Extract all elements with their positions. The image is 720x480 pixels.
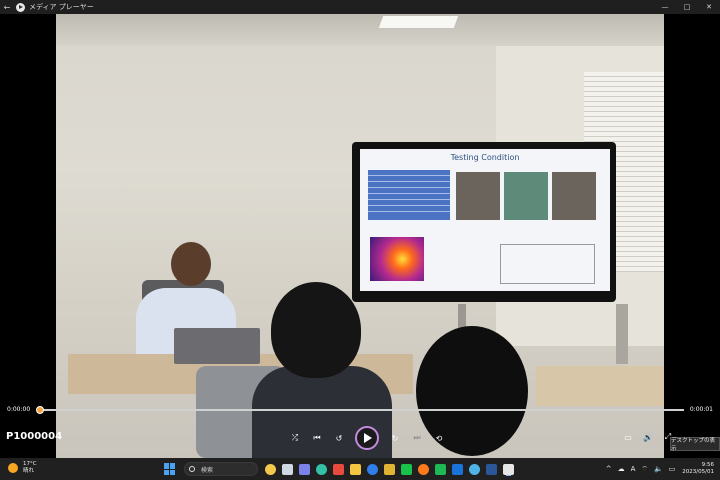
tray-overflow-chevron-icon[interactable]: ^ bbox=[606, 465, 612, 473]
media-title: P1000004 bbox=[6, 431, 63, 442]
clock-date: 2023/05/01 bbox=[682, 469, 714, 475]
slide-photo-3 bbox=[552, 172, 596, 220]
wifi-icon[interactable]: ⌔ bbox=[641, 465, 648, 474]
playback-controls: ⤮ ⏮ ↺ ↻ ⏭ ⟲ bbox=[284, 424, 450, 452]
seek-bar[interactable] bbox=[40, 409, 684, 411]
clock-time: 9:56 bbox=[701, 462, 714, 468]
back-arrow-icon[interactable]: ← bbox=[0, 0, 14, 14]
play-icon[interactable] bbox=[355, 426, 379, 450]
photos-icon[interactable] bbox=[469, 463, 480, 475]
weather-desc: 晴れ bbox=[23, 468, 35, 474]
show-desktop-tooltip: デスクトップの表示 bbox=[670, 437, 720, 452]
table-right bbox=[536, 366, 664, 406]
chrome-icon[interactable] bbox=[333, 463, 344, 475]
sun-icon bbox=[8, 463, 18, 473]
media-player-app-icon bbox=[16, 2, 25, 12]
google-chrome-icon[interactable] bbox=[384, 463, 395, 475]
window-controls: — □ ✕ bbox=[654, 0, 720, 14]
taskbar-apps: 検索 bbox=[164, 460, 517, 478]
ceiling-light bbox=[378, 16, 459, 28]
battery-icon[interactable]: ▭ bbox=[669, 465, 676, 473]
previous-icon[interactable]: ⏮ bbox=[306, 427, 328, 449]
presentation-slide: Testing Condition bbox=[360, 149, 610, 291]
repeat-off-icon[interactable]: ⟲ bbox=[428, 427, 450, 449]
miniplayer-icon[interactable]: ▭ bbox=[618, 428, 638, 446]
speaker-icon[interactable]: 🔈 bbox=[654, 465, 663, 473]
store-icon[interactable] bbox=[367, 463, 378, 475]
next-icon[interactable]: ⏭ bbox=[406, 427, 428, 449]
current-time: 0:00:00 bbox=[7, 406, 31, 413]
presenter-head bbox=[171, 242, 211, 286]
ime-indicator[interactable]: A bbox=[631, 465, 636, 473]
minimize-button[interactable]: — bbox=[654, 0, 676, 14]
onedrive-cloud-icon[interactable]: ☁ bbox=[618, 465, 625, 473]
line-icon[interactable] bbox=[401, 463, 412, 475]
weather-widget[interactable]: 17°C 晴れ bbox=[8, 461, 37, 475]
monitor-stand-right bbox=[616, 304, 628, 364]
end-time: 0:00:01 bbox=[689, 406, 713, 413]
ceiling bbox=[56, 14, 664, 46]
slide-table bbox=[368, 170, 450, 220]
outlook-icon[interactable] bbox=[452, 463, 463, 475]
chat-icon[interactable] bbox=[299, 463, 310, 475]
title-bar: ← メディア プレーヤー — □ ✕ bbox=[0, 0, 720, 14]
video-frame[interactable]: Testing Condition bbox=[56, 14, 664, 458]
window-title: メディア プレーヤー bbox=[29, 3, 94, 11]
search-input[interactable]: 検索 bbox=[184, 462, 258, 476]
shuffle-icon[interactable]: ⤮ bbox=[284, 427, 306, 449]
slide-diagram bbox=[500, 244, 595, 284]
slide-thermal-image bbox=[370, 237, 424, 281]
search-icon bbox=[189, 466, 195, 472]
firefox-icon[interactable] bbox=[418, 463, 429, 475]
windows-start-icon[interactable] bbox=[164, 463, 176, 475]
weather-temp: 17°C bbox=[23, 461, 37, 467]
seek-row: 0:00:00 0:00:01 bbox=[0, 401, 720, 419]
rewind-10-icon[interactable]: ↺ bbox=[328, 427, 350, 449]
task-view-icon[interactable] bbox=[282, 463, 293, 475]
slide-photo-1 bbox=[456, 172, 500, 220]
word-icon[interactable] bbox=[486, 463, 497, 475]
slide-title: Testing Condition bbox=[450, 153, 520, 162]
spotify-icon[interactable] bbox=[435, 463, 446, 475]
slide-photo-2 bbox=[504, 172, 548, 220]
audience-head-1 bbox=[271, 282, 361, 378]
widgets-icon[interactable] bbox=[265, 463, 276, 475]
close-button[interactable]: ✕ bbox=[698, 0, 720, 14]
media-player-icon[interactable] bbox=[503, 463, 514, 475]
edge-icon[interactable] bbox=[316, 463, 327, 475]
file-explorer-icon[interactable] bbox=[350, 463, 361, 475]
forward-30-icon[interactable]: ↻ bbox=[384, 427, 406, 449]
right-controls: ▭ 🔊 ⤢ bbox=[618, 428, 678, 446]
search-placeholder: 検索 bbox=[201, 466, 214, 474]
volume-icon[interactable]: 🔊 bbox=[638, 428, 658, 446]
system-tray: ^ ☁ A ⌔ 🔈 ▭ 9:56 2023/05/01 bbox=[603, 461, 714, 477]
laptop bbox=[174, 328, 260, 364]
clock[interactable]: 9:56 2023/05/01 bbox=[682, 462, 714, 476]
seek-thumb[interactable] bbox=[36, 406, 44, 414]
taskbar: 17°C 晴れ 検索 ^ ☁ A ⌔ 🔈 ▭ 9:56 2023/05/01 bbox=[0, 458, 720, 480]
maximize-button[interactable]: □ bbox=[676, 0, 698, 14]
